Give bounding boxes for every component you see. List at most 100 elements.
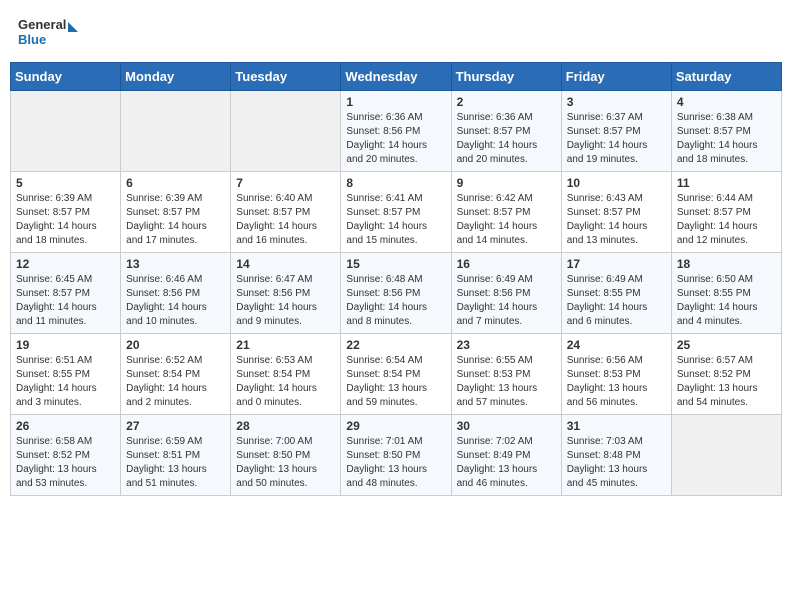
day-info: Sunrise: 6:56 AM Sunset: 8:53 PM Dayligh… xyxy=(567,354,666,410)
day-number: 31 xyxy=(567,419,666,433)
weekday-header-monday: Monday xyxy=(121,63,231,91)
calendar-day-21: 21 Sunrise: 6:53 AM Sunset: 8:54 PM Dayli… xyxy=(231,334,341,415)
day-number: 2 xyxy=(457,95,556,109)
calendar-table: SundayMondayTuesdayWednesdayThursdayFrid… xyxy=(10,62,782,496)
day-info: Sunrise: 6:40 AM Sunset: 8:57 PM Dayligh… xyxy=(236,192,335,248)
calendar-day-26: 26Sunrise: 6:58 AM Sunset: 8:52 PM Dayli… xyxy=(11,415,121,496)
day-info: Sunrise: 6:37 AM Sunset: 8:57 PM Dayligh… xyxy=(567,111,666,167)
calendar-day-24: 24 Sunrise: 6:56 AM Sunset: 8:53 PM Dayli… xyxy=(561,334,671,415)
day-info: Sunrise: 6:49 AM Sunset: 8:55 PM Dayligh… xyxy=(567,273,666,329)
day-info: Sunrise: 6:51 AM Sunset: 8:55 PM Dayligh… xyxy=(16,354,115,410)
calendar-week-row: 26Sunrise: 6:58 AM Sunset: 8:52 PM Dayli… xyxy=(11,415,782,496)
day-info: Sunrise: 7:00 AM Sunset: 8:50 PM Dayligh… xyxy=(236,435,335,491)
day-info: Sunrise: 6:47 AM Sunset: 8:56 PM Dayligh… xyxy=(236,273,335,329)
calendar-day-10: 10 Sunrise: 6:43 AM Sunset: 8:57 PM Dayli… xyxy=(561,172,671,253)
calendar-day-28: 28 Sunrise: 7:00 AM Sunset: 8:50 PM Dayli… xyxy=(231,415,341,496)
calendar-day-23: 23Sunrise: 6:55 AM Sunset: 8:53 PM Dayli… xyxy=(451,334,561,415)
day-info: Sunrise: 6:44 AM Sunset: 8:57 PM Dayligh… xyxy=(677,192,776,248)
calendar-day-22: 22 Sunrise: 6:54 AM Sunset: 8:54 PM Dayli… xyxy=(341,334,451,415)
calendar-day-11: 11 Sunrise: 6:44 AM Sunset: 8:57 PM Dayli… xyxy=(671,172,781,253)
weekday-header-saturday: Saturday xyxy=(671,63,781,91)
empty-day-cell xyxy=(671,415,781,496)
day-number: 1 xyxy=(346,95,445,109)
day-info: Sunrise: 7:03 AM Sunset: 8:48 PM Dayligh… xyxy=(567,435,666,491)
day-info: Sunrise: 6:57 AM Sunset: 8:52 PM Dayligh… xyxy=(677,354,776,410)
day-info: Sunrise: 6:54 AM Sunset: 8:54 PM Dayligh… xyxy=(346,354,445,410)
weekday-header-friday: Friday xyxy=(561,63,671,91)
day-number: 9 xyxy=(457,176,556,190)
weekday-header-wednesday: Wednesday xyxy=(341,63,451,91)
day-number: 5 xyxy=(16,176,115,190)
day-info: Sunrise: 6:50 AM Sunset: 8:55 PM Dayligh… xyxy=(677,273,776,329)
day-number: 22 xyxy=(346,338,445,352)
day-info: Sunrise: 6:39 AM Sunset: 8:57 PM Dayligh… xyxy=(126,192,225,248)
weekday-header-row: SundayMondayTuesdayWednesdayThursdayFrid… xyxy=(11,63,782,91)
day-number: 3 xyxy=(567,95,666,109)
calendar-day-30: 30Sunrise: 7:02 AM Sunset: 8:49 PM Dayli… xyxy=(451,415,561,496)
calendar-day-5: 5 Sunrise: 6:39 AM Sunset: 8:57 PM Daylig… xyxy=(11,172,121,253)
day-number: 18 xyxy=(677,257,776,271)
day-info: Sunrise: 6:58 AM Sunset: 8:52 PM Dayligh… xyxy=(16,435,115,491)
day-number: 8 xyxy=(346,176,445,190)
calendar-day-14: 14 Sunrise: 6:47 AM Sunset: 8:56 PM Dayli… xyxy=(231,253,341,334)
day-info: Sunrise: 6:59 AM Sunset: 8:51 PM Dayligh… xyxy=(126,435,225,491)
weekday-header-tuesday: Tuesday xyxy=(231,63,341,91)
day-number: 10 xyxy=(567,176,666,190)
day-info: Sunrise: 6:48 AM Sunset: 8:56 PM Dayligh… xyxy=(346,273,445,329)
calendar-day-20: 20Sunrise: 6:52 AM Sunset: 8:54 PM Dayli… xyxy=(121,334,231,415)
day-info: Sunrise: 6:38 AM Sunset: 8:57 PM Dayligh… xyxy=(677,111,776,167)
day-number: 25 xyxy=(677,338,776,352)
day-number: 21 xyxy=(236,338,335,352)
day-number: 27 xyxy=(126,419,225,433)
svg-text:General: General xyxy=(18,17,66,32)
day-info: Sunrise: 7:01 AM Sunset: 8:50 PM Dayligh… xyxy=(346,435,445,491)
day-number: 13 xyxy=(126,257,225,271)
calendar-day-9: 9Sunrise: 6:42 AM Sunset: 8:57 PM Daylig… xyxy=(451,172,561,253)
calendar-day-31: 31 Sunrise: 7:03 AM Sunset: 8:48 PM Dayli… xyxy=(561,415,671,496)
calendar-week-row: 19 Sunrise: 6:51 AM Sunset: 8:55 PM Dayli… xyxy=(11,334,782,415)
calendar-day-13: 13 Sunrise: 6:46 AM Sunset: 8:56 PM Dayli… xyxy=(121,253,231,334)
calendar-day-2: 2 Sunrise: 6:36 AM Sunset: 8:57 PM Daylig… xyxy=(451,91,561,172)
calendar-day-7: 7 Sunrise: 6:40 AM Sunset: 8:57 PM Daylig… xyxy=(231,172,341,253)
calendar-day-4: 4 Sunrise: 6:38 AM Sunset: 8:57 PM Daylig… xyxy=(671,91,781,172)
calendar-day-6: 6 Sunrise: 6:39 AM Sunset: 8:57 PM Daylig… xyxy=(121,172,231,253)
day-info: Sunrise: 6:53 AM Sunset: 8:54 PM Dayligh… xyxy=(236,354,335,410)
calendar-day-16: 16Sunrise: 6:49 AM Sunset: 8:56 PM Dayli… xyxy=(451,253,561,334)
day-info: Sunrise: 6:45 AM Sunset: 8:57 PM Dayligh… xyxy=(16,273,115,329)
calendar-day-29: 29Sunrise: 7:01 AM Sunset: 8:50 PM Dayli… xyxy=(341,415,451,496)
day-number: 11 xyxy=(677,176,776,190)
day-number: 28 xyxy=(236,419,335,433)
calendar-day-27: 27 Sunrise: 6:59 AM Sunset: 8:51 PM Dayli… xyxy=(121,415,231,496)
day-info: Sunrise: 6:41 AM Sunset: 8:57 PM Dayligh… xyxy=(346,192,445,248)
calendar-day-3: 3 Sunrise: 6:37 AM Sunset: 8:57 PM Daylig… xyxy=(561,91,671,172)
day-number: 16 xyxy=(457,257,556,271)
day-info: Sunrise: 6:36 AM Sunset: 8:57 PM Dayligh… xyxy=(457,111,556,167)
page-header: GeneralBlue xyxy=(10,10,782,54)
day-number: 7 xyxy=(236,176,335,190)
calendar-day-19: 19 Sunrise: 6:51 AM Sunset: 8:55 PM Dayli… xyxy=(11,334,121,415)
calendar-day-1: 1 Sunrise: 6:36 AM Sunset: 8:56 PM Daylig… xyxy=(341,91,451,172)
day-info: Sunrise: 6:39 AM Sunset: 8:57 PM Dayligh… xyxy=(16,192,115,248)
day-info: Sunrise: 6:43 AM Sunset: 8:57 PM Dayligh… xyxy=(567,192,666,248)
day-number: 24 xyxy=(567,338,666,352)
calendar-day-18: 18 Sunrise: 6:50 AM Sunset: 8:55 PM Dayli… xyxy=(671,253,781,334)
calendar-day-25: 25 Sunrise: 6:57 AM Sunset: 8:52 PM Dayli… xyxy=(671,334,781,415)
day-number: 15 xyxy=(346,257,445,271)
day-number: 19 xyxy=(16,338,115,352)
day-number: 14 xyxy=(236,257,335,271)
day-number: 17 xyxy=(567,257,666,271)
calendar-week-row: 1 Sunrise: 6:36 AM Sunset: 8:56 PM Daylig… xyxy=(11,91,782,172)
day-info: Sunrise: 6:36 AM Sunset: 8:56 PM Dayligh… xyxy=(346,111,445,167)
day-info: Sunrise: 6:46 AM Sunset: 8:56 PM Dayligh… xyxy=(126,273,225,329)
calendar-day-15: 15 Sunrise: 6:48 AM Sunset: 8:56 PM Dayli… xyxy=(341,253,451,334)
day-number: 4 xyxy=(677,95,776,109)
day-number: 12 xyxy=(16,257,115,271)
calendar-week-row: 12 Sunrise: 6:45 AM Sunset: 8:57 PM Dayli… xyxy=(11,253,782,334)
day-info: Sunrise: 6:55 AM Sunset: 8:53 PM Dayligh… xyxy=(457,354,556,410)
day-info: Sunrise: 6:52 AM Sunset: 8:54 PM Dayligh… xyxy=(126,354,225,410)
day-info: Sunrise: 7:02 AM Sunset: 8:49 PM Dayligh… xyxy=(457,435,556,491)
calendar-day-17: 17 Sunrise: 6:49 AM Sunset: 8:55 PM Dayli… xyxy=(561,253,671,334)
calendar-day-8: 8 Sunrise: 6:41 AM Sunset: 8:57 PM Daylig… xyxy=(341,172,451,253)
day-number: 6 xyxy=(126,176,225,190)
svg-text:Blue: Blue xyxy=(18,32,46,47)
